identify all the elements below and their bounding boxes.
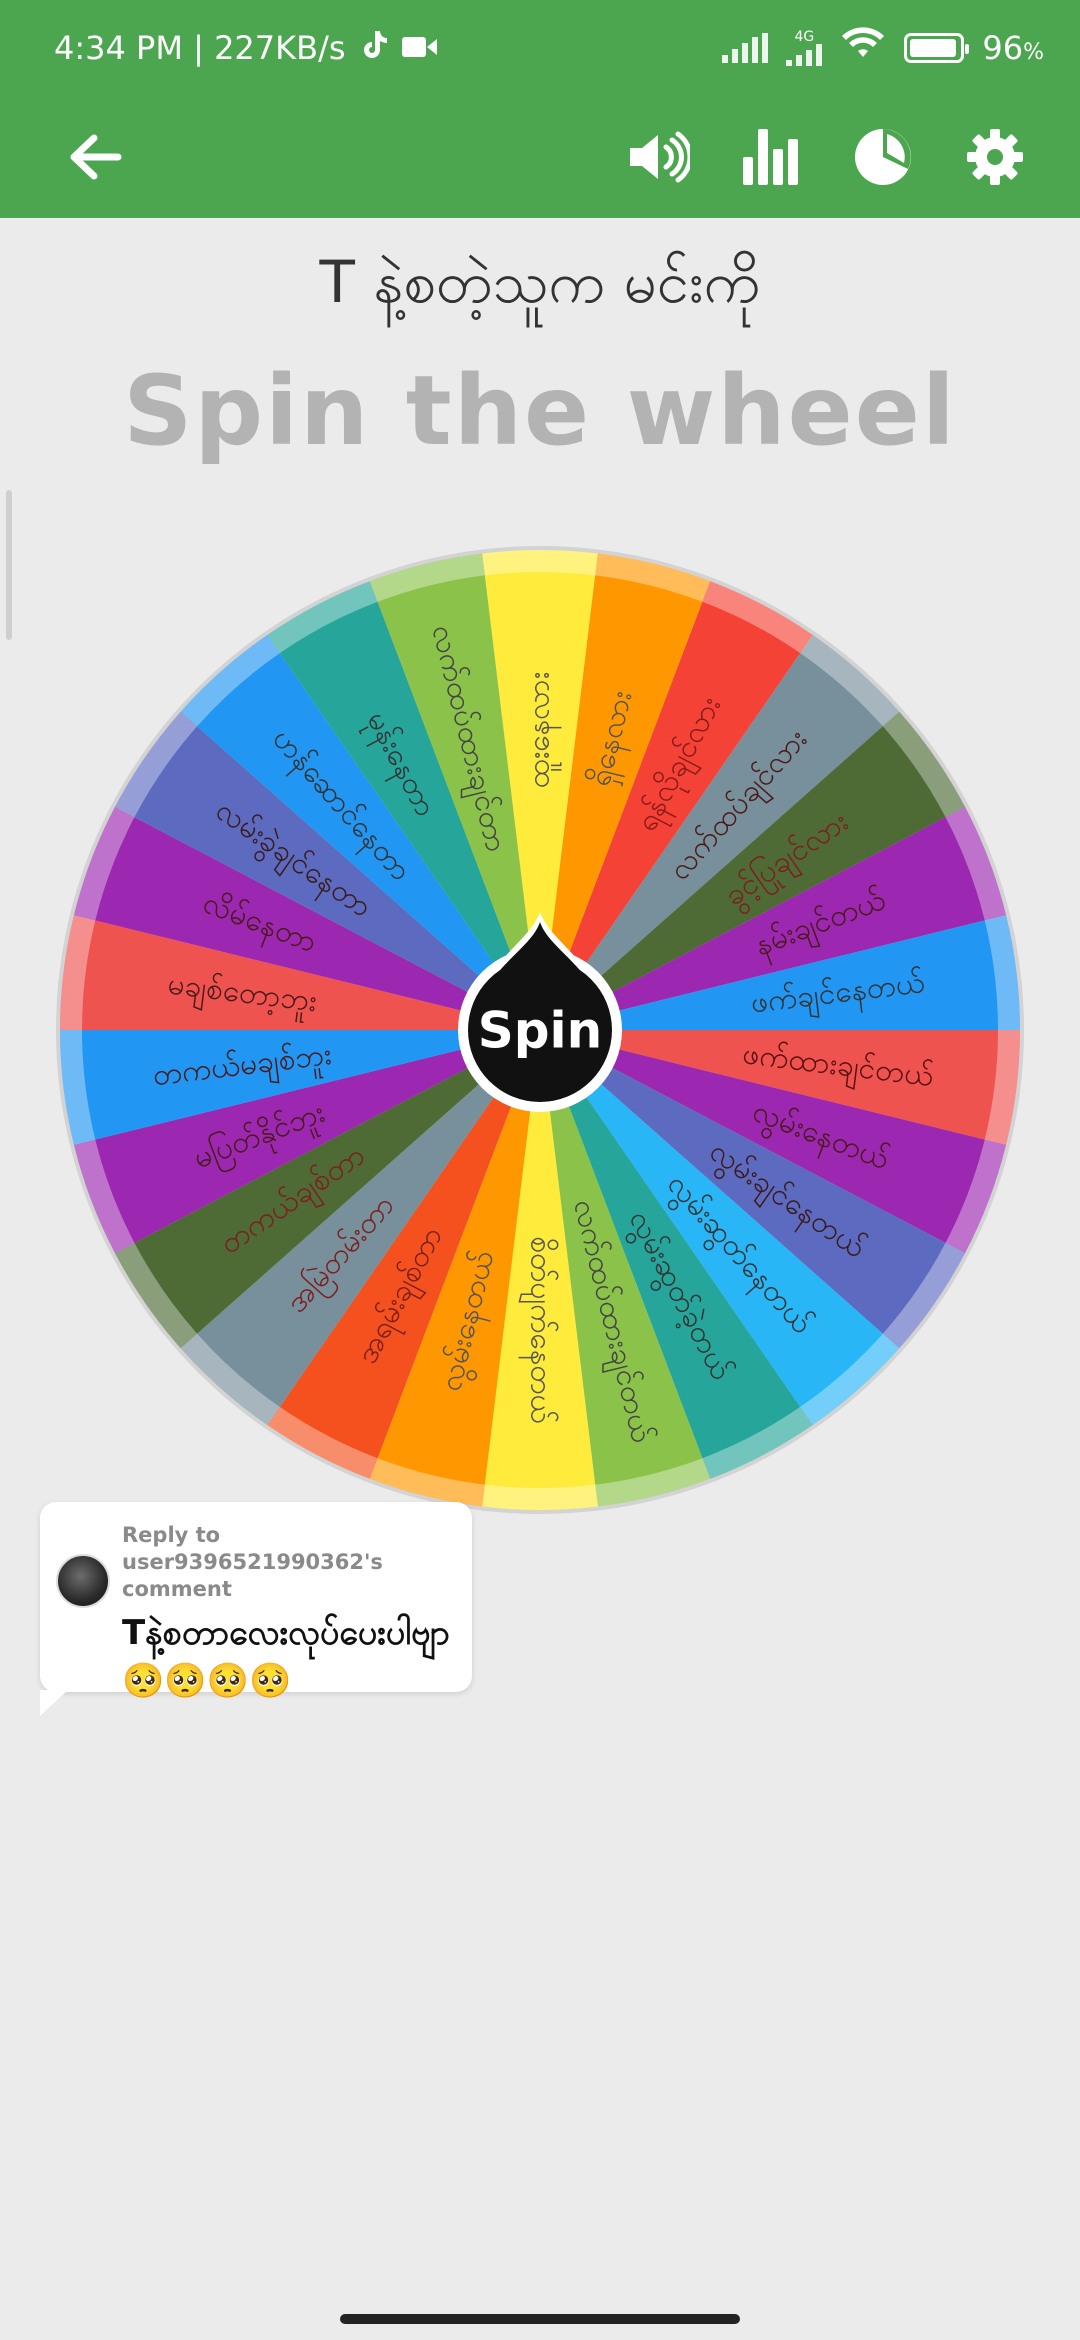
network-type: 4G xyxy=(794,29,815,45)
bar-chart-icon xyxy=(743,129,798,185)
sound-button[interactable] xyxy=(614,112,704,202)
status-time: 4:34 PM | 227KB/s xyxy=(54,29,346,67)
gear-icon xyxy=(967,129,1023,185)
pie-chart-button[interactable] xyxy=(838,112,928,202)
battery-value: 96 xyxy=(982,29,1024,67)
stats-button[interactable] xyxy=(726,112,816,202)
spin-wheel-screen: 4:34 PM | 227KB/s 4G 96% T နဲ့စတဲ့သူက မင… xyxy=(0,0,1080,2340)
network-indicator: 4G xyxy=(786,29,823,66)
arrow-left-icon xyxy=(70,134,122,180)
comment-text: Tနဲ့စတာလေးလုပ်ပေးပါဗျာ🥺🥺🥺🥺 xyxy=(122,1613,450,1701)
status-right: 4G 96% xyxy=(722,27,1044,69)
app-toolbar xyxy=(0,96,1080,218)
reply-comment-bubble: Reply to user9396521990362's comment Tနဲ… xyxy=(40,1502,472,1716)
battery-unit: % xyxy=(1023,40,1044,65)
spin-heading: Spin the wheel xyxy=(123,355,957,467)
battery-level xyxy=(910,39,957,57)
battery-percent: 96% xyxy=(982,29,1044,67)
avatar xyxy=(56,1554,110,1608)
settings-button[interactable] xyxy=(950,112,1040,202)
status-left: 4:34 PM | 227KB/s xyxy=(54,29,438,67)
video-camera-icon xyxy=(401,29,438,67)
battery-icon xyxy=(904,33,970,63)
speaker-icon xyxy=(630,131,690,183)
signal-icon xyxy=(722,33,769,63)
wheel-segment-label: ထူးနေလား xyxy=(522,672,563,789)
pie-chart-icon xyxy=(855,129,911,185)
home-gesture-bar[interactable] xyxy=(340,2314,740,2324)
system-nav-bar xyxy=(0,2296,1080,2340)
wheel-segment-rim xyxy=(482,550,598,576)
wheel-segment-rim xyxy=(482,1484,598,1510)
reply-to-label: Reply to user9396521990362's comment xyxy=(122,1523,383,1601)
back-button[interactable] xyxy=(50,112,140,202)
wheel-graphic: ထူးနေလား ရှိနေလားရန်လိုချင်လားလက်ထပ်ချင်လ… xyxy=(56,546,1024,1514)
wifi-icon xyxy=(840,27,886,69)
signal-4g-icon xyxy=(786,44,823,66)
wheel-segment-label: စိတ်ပျက်နေတယ် xyxy=(518,1236,559,1423)
spin-button-label: Spin xyxy=(478,1002,603,1060)
spin-wheel[interactable]: ထူးနေလား ရှိနေလား ရန်လိုချင်လား လက်ထပ်ချင်လ… xyxy=(40,530,1040,1530)
wheel-question: T နဲ့စတဲ့သူက မင်းကို xyxy=(319,248,761,316)
tiktok-icon xyxy=(360,29,388,67)
scroll-indicator xyxy=(6,490,12,640)
status-bar: 4:34 PM | 227KB/s 4G 96% xyxy=(0,0,1080,96)
